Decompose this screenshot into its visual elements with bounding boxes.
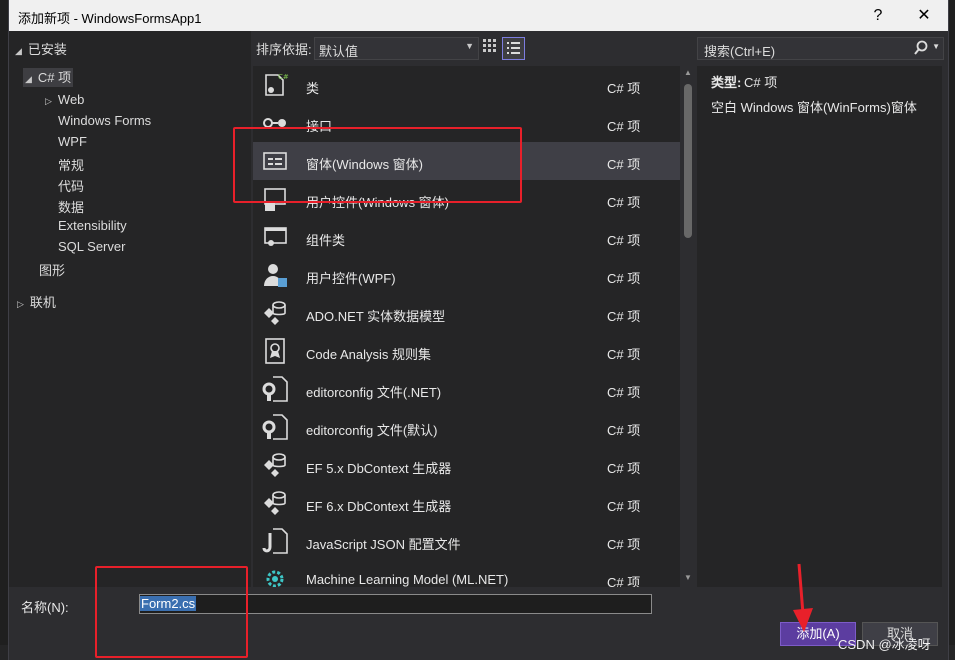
template-language: C# 项 xyxy=(607,233,641,248)
collapse-arrow-icon[interactable]: ◢ xyxy=(15,46,22,56)
template-name: editorconfig 文件(默认) xyxy=(306,423,438,438)
template-item-code-analysis-ruleset[interactable]: Code Analysis 规则集 C# 项 xyxy=(253,332,680,370)
generator-icon xyxy=(264,491,286,515)
type-label: 类型: xyxy=(711,75,742,90)
search-input[interactable]: 搜索(Ctrl+E) ▼ xyxy=(697,37,944,60)
tree-node-label: C# 项 xyxy=(37,70,72,85)
config-file-icon xyxy=(262,376,288,402)
template-item-component-class[interactable]: 组件类 C# 项 xyxy=(253,218,680,256)
template-language: C# 项 xyxy=(607,537,641,552)
list-view-button[interactable] xyxy=(502,37,525,60)
template-item-editorconfig-default[interactable]: editorconfig 文件(默认) C# 项 xyxy=(253,408,680,446)
annotation-box-form-item xyxy=(233,127,522,203)
template-name: EF 6.x DbContext 生成器 xyxy=(306,499,452,514)
sort-value: 默认值 xyxy=(319,44,359,59)
tree-node-extensibility[interactable]: Extensibility xyxy=(58,218,127,233)
tree-node-label: 已安装 xyxy=(27,42,67,57)
template-name: editorconfig 文件(.NET) xyxy=(306,385,442,400)
watermark: CSDN @冰凌呀 xyxy=(838,637,931,652)
expand-arrow-icon[interactable]: ▷ xyxy=(17,299,24,309)
template-name: JavaScript JSON 配置文件 xyxy=(306,537,461,552)
tree-node-windows-forms[interactable]: Windows Forms xyxy=(58,113,151,128)
tree-node-label: 联机 xyxy=(29,295,56,310)
template-item-json-config[interactable]: JavaScript JSON 配置文件 C# 项 xyxy=(253,522,680,560)
template-language: C# 项 xyxy=(607,271,641,286)
grid-view-icon xyxy=(483,39,496,52)
ml-model-icon xyxy=(266,570,284,587)
template-name: EF 5.x DbContext 生成器 xyxy=(306,461,452,476)
tree-node-general[interactable]: 常规 xyxy=(58,155,84,174)
template-item-ado-net-model[interactable]: ADO.NET 实体数据模型 C# 项 xyxy=(253,294,680,332)
tree-node-wpf[interactable]: WPF xyxy=(58,134,87,149)
template-item-ml-model[interactable]: Machine Learning Model (ML.NET) C# 项 xyxy=(253,560,680,587)
template-description: 空白 Windows 窗体(WinForms)窗体 xyxy=(711,100,917,115)
expand-arrow-icon[interactable]: ▷ xyxy=(45,96,52,106)
template-item-editorconfig-dotnet[interactable]: editorconfig 文件(.NET) C# 项 xyxy=(253,370,680,408)
template-language: C# 项 xyxy=(607,385,641,400)
help-button[interactable]: ? xyxy=(856,0,900,31)
template-item-class[interactable]: C# 类 C# 项 xyxy=(253,66,680,104)
template-name: ADO.NET 实体数据模型 xyxy=(306,309,446,324)
window-title: 添加新项 - WindowsFormsApp1 xyxy=(18,11,202,26)
template-language: C# 项 xyxy=(607,119,641,134)
template-item-user-control-wpf[interactable]: 用户控件(WPF) C# 项 xyxy=(253,256,680,294)
template-language: C# 项 xyxy=(607,423,641,438)
scrollbar-thumb[interactable] xyxy=(684,84,692,238)
svg-text:C#: C# xyxy=(278,73,289,81)
template-name: 用户控件(WPF) xyxy=(306,271,396,286)
annotation-arrow-icon xyxy=(793,563,813,632)
class-icon: C# xyxy=(265,73,289,96)
template-name: 类 xyxy=(306,81,320,96)
template-language: C# 项 xyxy=(607,309,641,324)
search-placeholder: 搜索(Ctrl+E) xyxy=(704,44,776,59)
template-name: Code Analysis 规则集 xyxy=(306,347,431,362)
category-tree: ◢ 已安装 ◢ C# 项 ▷ Web Windows Forms WPF 常规 代码 … xyxy=(9,31,251,587)
chevron-down-icon: ▼ xyxy=(465,41,474,51)
template-language: C# 项 xyxy=(607,575,641,587)
tree-node-sql-server[interactable]: SQL Server xyxy=(58,239,125,254)
tree-node-data[interactable]: 数据 xyxy=(58,197,84,216)
template-language: C# 项 xyxy=(607,195,641,210)
template-language: C# 项 xyxy=(607,157,641,172)
list-view-icon xyxy=(507,42,520,54)
title-bar: 添加新项 - WindowsFormsApp1 ? ✕ xyxy=(9,0,948,31)
config-file-icon xyxy=(262,414,288,440)
annotation-box-name-field xyxy=(95,566,248,658)
template-language: C# 项 xyxy=(607,347,641,362)
tree-node-graphics[interactable]: 图形 xyxy=(39,260,65,279)
template-item-ef5-dbcontext[interactable]: EF 5.x DbContext 生成器 C# 项 xyxy=(253,446,680,484)
tree-node-code[interactable]: 代码 xyxy=(58,176,84,195)
scroll-up-icon[interactable]: ▲ xyxy=(680,66,696,80)
template-language: C# 项 xyxy=(607,81,641,96)
add-new-item-dialog: 添加新项 - WindowsFormsApp1 ? ✕ ◢ 已安装 ◢ C# 项 ▷… xyxy=(8,0,949,660)
name-label: 名称(N): xyxy=(21,600,69,615)
tree-node-label: Web xyxy=(57,92,85,107)
tree-node-web[interactable]: ▷ Web xyxy=(45,92,84,107)
tree-node-online[interactable]: ▷ 联机 xyxy=(17,292,56,311)
chevron-down-icon[interactable]: ▼ xyxy=(932,42,940,51)
json-file-icon xyxy=(262,528,288,554)
wpf-user-control-icon xyxy=(264,264,287,287)
collapse-arrow-icon[interactable]: ◢ xyxy=(25,74,32,84)
tree-node-csharp-items[interactable]: ◢ C# 项 xyxy=(23,68,73,87)
template-list-scrollbar[interactable]: ▲ ▼ xyxy=(680,66,696,587)
search-icon[interactable] xyxy=(913,39,929,57)
component-icon xyxy=(264,227,287,246)
sort-dropdown[interactable]: 默认值 ▼ xyxy=(314,37,479,60)
type-value: C# 项 xyxy=(744,75,778,90)
data-model-icon xyxy=(264,301,286,325)
template-item-ef6-dbcontext[interactable]: EF 6.x DbContext 生成器 C# 项 xyxy=(253,484,680,522)
template-language: C# 项 xyxy=(607,461,641,476)
template-name: 组件类 xyxy=(306,233,346,248)
close-button[interactable]: ✕ xyxy=(902,0,946,31)
sort-label: 排序依据: xyxy=(256,42,312,57)
template-name: Machine Learning Model (ML.NET) xyxy=(306,572,509,587)
details-panel: 类型: C# 项 空白 Windows 窗体(WinForms)窗体 xyxy=(697,66,942,587)
grid-view-button[interactable] xyxy=(479,37,500,58)
generator-icon xyxy=(264,453,286,477)
template-language: C# 项 xyxy=(607,499,641,514)
ruleset-icon xyxy=(265,338,285,364)
scroll-down-icon[interactable]: ▼ xyxy=(680,571,696,585)
tree-node-installed[interactable]: ◢ 已安装 xyxy=(15,39,67,58)
